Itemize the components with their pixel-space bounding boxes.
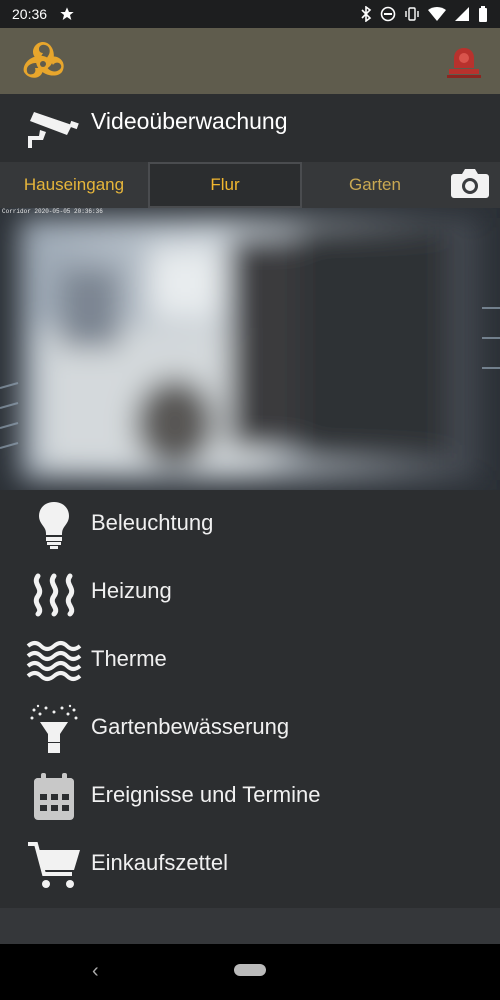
home-pill-button[interactable] xyxy=(234,964,266,976)
signal-icon xyxy=(455,7,469,21)
menu-item-ereignisse[interactable]: Ereignisse und Termine xyxy=(0,762,500,830)
menu-item-label: Gartenbewässerung xyxy=(91,714,290,739)
status-bar: 20:36 xyxy=(0,0,500,28)
camera-timestamp: Corridor 2020-05-05 20:36:36 xyxy=(2,208,103,215)
star-icon xyxy=(60,7,74,20)
menu-item-heizung[interactable]: Heizung xyxy=(0,558,500,626)
lightbulb-icon xyxy=(39,502,69,549)
sprinkler-icon xyxy=(30,704,78,753)
menu-item-label: Heizung xyxy=(91,578,172,603)
battery-icon xyxy=(479,6,487,22)
dnd-icon xyxy=(380,6,396,22)
menu-item-beleuchtung[interactable]: Beleuchtung xyxy=(0,490,500,558)
tab-garten[interactable]: Garten xyxy=(302,162,448,208)
camera-tabs: Hauseingang Flur Garten xyxy=(0,162,500,208)
vibrate-icon xyxy=(405,7,419,21)
main-menu: Beleuchtung Heizung Therme Gartenbewässe… xyxy=(0,490,500,908)
wifi-icon xyxy=(428,7,446,21)
bottom-strip xyxy=(0,908,500,944)
camera-feed-image[interactable]: Corridor 2020-05-05 20:36:36 xyxy=(0,208,500,490)
triskelion-logo[interactable] xyxy=(18,36,68,86)
water-waves-icon xyxy=(26,641,82,681)
calendar-icon xyxy=(34,773,74,820)
bluetooth-icon xyxy=(361,6,372,22)
alarm-siren-icon[interactable] xyxy=(444,44,484,80)
app-header xyxy=(0,28,500,94)
heating-icon xyxy=(33,573,75,617)
camera-scene xyxy=(0,208,500,490)
menu-item-label: Ereignisse und Termine xyxy=(91,782,321,807)
menu-item-einkaufszettel[interactable]: Einkaufszettel xyxy=(0,830,500,898)
menu-item-label: Therme xyxy=(91,646,167,671)
security-camera-icon xyxy=(28,112,79,148)
back-button[interactable]: ‹ xyxy=(92,960,99,983)
shopping-cart-icon xyxy=(28,842,80,888)
tab-flur[interactable]: Flur xyxy=(148,162,302,208)
menu-item-label: Einkaufszettel xyxy=(91,850,228,875)
video-surveillance-header[interactable]: Videoüberwachung xyxy=(0,94,500,162)
status-time: 20:36 xyxy=(12,6,48,22)
photo-camera-icon[interactable] xyxy=(450,166,490,200)
video-section-title: Videoüberwachung xyxy=(91,108,288,134)
menu-item-label: Beleuchtung xyxy=(91,510,214,535)
menu-item-gartenbewaesserung[interactable]: Gartenbewässerung xyxy=(0,694,500,762)
menu-item-therme[interactable]: Therme xyxy=(0,626,500,694)
tab-hauseingang[interactable]: Hauseingang xyxy=(0,162,148,208)
